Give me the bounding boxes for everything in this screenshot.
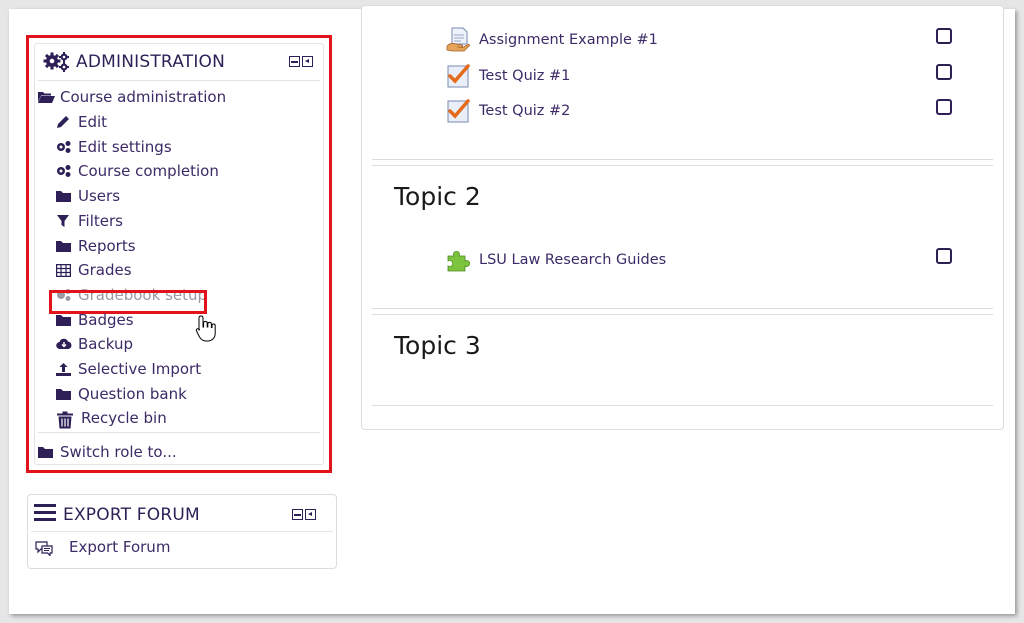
tree-item-switch-role[interactable]: Switch role to...: [38, 441, 177, 463]
quiz-icon: [446, 63, 472, 89]
administration-panel: ADMINISTRATION Course administration Edi…: [34, 43, 324, 465]
cogs-icon: [43, 52, 69, 72]
cogs-icon: [56, 164, 72, 178]
completion-checkbox[interactable]: [936, 99, 952, 115]
hide-block-icon[interactable]: [289, 56, 300, 67]
activity-test-quiz-2[interactable]: Test Quiz #2: [446, 98, 570, 124]
tree-item-label: Question bank: [78, 385, 187, 403]
tree-item-edit[interactable]: Edit: [56, 111, 107, 133]
activity-label: Assignment Example #1: [479, 32, 658, 48]
tree-item-label: Grades: [78, 261, 132, 279]
tree-item-recycle-bin[interactable]: Recycle bin: [56, 407, 167, 429]
section-divider: [372, 165, 993, 166]
activity-assignment-example-1[interactable]: Assignment Example #1: [446, 27, 658, 53]
page-canvas: ADMINISTRATION Course administration Edi…: [9, 5, 1015, 614]
tree-item-label: Users: [78, 187, 121, 205]
cogs-icon: [56, 140, 72, 154]
activity-label: Test Quiz #2: [479, 103, 571, 119]
tree-item-question-bank[interactable]: Question bank: [56, 383, 187, 405]
trash-icon: [56, 411, 75, 429]
forum-icon: [34, 540, 56, 557]
dock-block-icon[interactable]: [302, 56, 313, 67]
section-divider: [372, 308, 993, 309]
section-divider: [372, 314, 993, 315]
tree-item-label: Switch role to...: [60, 443, 177, 461]
tree-item-backup[interactable]: Backup: [56, 333, 133, 355]
section-divider: [372, 405, 993, 406]
switch-role-divider: [38, 432, 320, 433]
administration-title: ADMINISTRATION: [76, 52, 226, 72]
upload-icon: [56, 362, 72, 376]
folder-icon: [56, 239, 72, 253]
tree-item-badges[interactable]: Badges: [56, 309, 134, 331]
hide-block-icon[interactable]: [292, 509, 303, 520]
export-forum-link[interactable]: Export Forum: [34, 536, 170, 558]
dock-block-icon[interactable]: [305, 509, 316, 520]
filter-icon: [56, 214, 72, 228]
hamburger-icon: [34, 504, 56, 521]
tree-item-label: Edit settings: [78, 138, 172, 156]
activity-test-quiz-1[interactable]: Test Quiz #1: [446, 63, 570, 89]
tree-item-label: Backup: [78, 335, 133, 353]
tree-item-filters[interactable]: Filters: [56, 210, 123, 232]
section-title-topic-3: Topic 3: [394, 331, 481, 360]
tree-item-label: Recycle bin: [81, 409, 167, 427]
cloud-download-icon: [56, 337, 72, 351]
tree-item-label: Selective Import: [78, 360, 202, 378]
export-forum-block: EXPORT FORUM Export Forum: [27, 494, 337, 569]
completion-checkbox[interactable]: [936, 28, 952, 44]
completion-checkbox[interactable]: [936, 248, 952, 264]
section-divider: [372, 159, 993, 160]
hand-cursor-icon: [195, 315, 216, 342]
tree-item-grades[interactable]: Grades: [55, 259, 132, 281]
tree-item-label: Filters: [78, 212, 123, 230]
block-controls: [292, 509, 316, 520]
administration-block: ADMINISTRATION Course administration Edi…: [26, 35, 332, 473]
tree-item-label: Badges: [78, 311, 134, 329]
tree-item-reports[interactable]: Reports: [56, 235, 136, 257]
table-icon: [55, 263, 72, 278]
tree-item-label: Course completion: [78, 162, 219, 180]
puzzle-icon: [446, 247, 472, 273]
export-forum-link-label: Export Forum: [69, 538, 171, 556]
section-title-topic-2: Topic 2: [394, 182, 481, 211]
tree-item-label: Edit: [78, 113, 108, 131]
activity-lsu-law-research-guides[interactable]: LSU Law Research Guides: [446, 247, 666, 273]
quiz-icon: [446, 98, 472, 124]
tree-item-course-completion[interactable]: Course completion: [56, 160, 219, 182]
folder-icon: [56, 387, 72, 401]
completion-checkbox[interactable]: [936, 64, 952, 80]
header-divider: [38, 80, 320, 81]
folder-icon: [56, 189, 72, 203]
export-forum-title: EXPORT FORUM: [63, 505, 200, 525]
tree-item-label: Reports: [78, 237, 136, 255]
folder-open-icon: [38, 90, 55, 104]
activity-label: Test Quiz #1: [479, 68, 571, 84]
course-content-panel: Assignment Example #1 Test Quiz #1 Test …: [361, 5, 1004, 430]
tree-item-users[interactable]: Users: [56, 185, 120, 207]
folder-icon: [38, 445, 54, 459]
tree-item-edit-settings[interactable]: Edit settings: [56, 136, 172, 158]
pencil-icon: [56, 115, 72, 129]
tree-item-label: Course administration: [60, 88, 227, 106]
header-divider: [31, 531, 333, 532]
block-controls: [289, 56, 313, 67]
assignment-icon: [446, 27, 472, 53]
tree-item-selective-import[interactable]: Selective Import: [56, 358, 201, 380]
folder-icon: [56, 313, 72, 327]
tree-item-course-administration[interactable]: Course administration: [38, 86, 226, 108]
activity-label: LSU Law Research Guides: [479, 252, 667, 268]
